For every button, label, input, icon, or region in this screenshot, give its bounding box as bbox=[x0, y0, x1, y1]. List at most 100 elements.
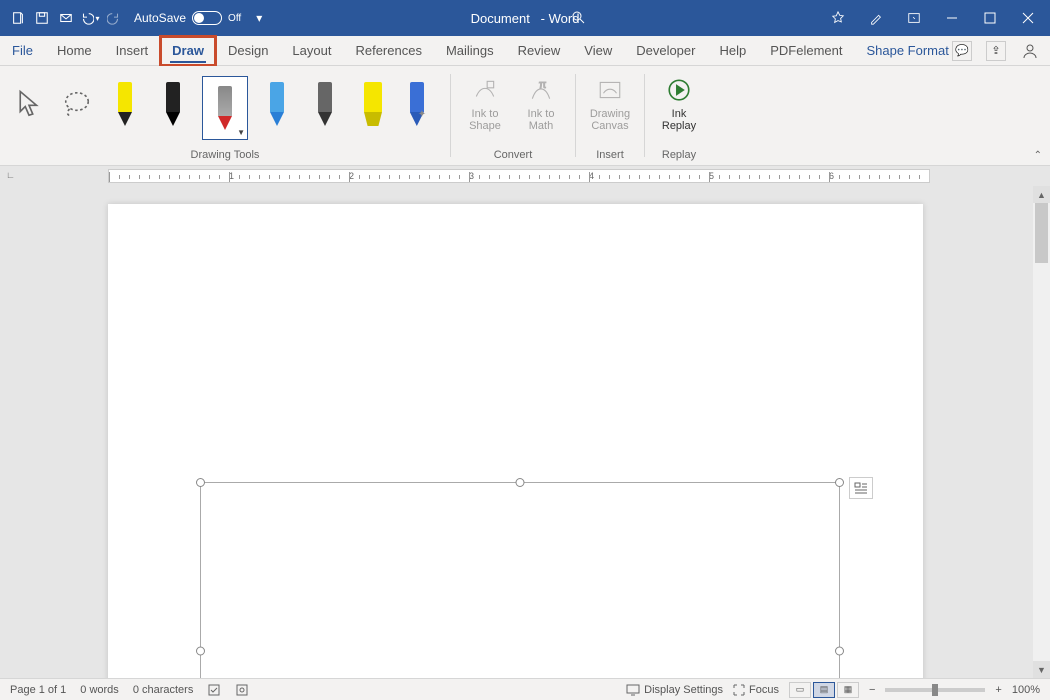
pen-blue[interactable] bbox=[258, 76, 296, 132]
tab-insert[interactable]: Insert bbox=[104, 36, 161, 66]
drawing-canvas-button: DrawingCanvas bbox=[582, 70, 638, 132]
quick-access-toolbar: ▾ bbox=[0, 8, 124, 28]
tab-pdfelement[interactable]: PDFelement bbox=[758, 36, 854, 66]
pen-gray[interactable] bbox=[306, 76, 344, 132]
document-title: Document - Word bbox=[471, 11, 580, 26]
qat-new-icon[interactable] bbox=[8, 8, 28, 28]
ink-to-math-button: π Ink toMath bbox=[513, 70, 569, 132]
group-label-drawing-tools: Drawing Tools bbox=[191, 149, 260, 163]
scroll-thumb[interactable] bbox=[1035, 203, 1048, 263]
lasso-tool[interactable] bbox=[58, 76, 96, 132]
tab-view[interactable]: View bbox=[572, 36, 624, 66]
group-label-replay: Replay bbox=[662, 149, 696, 163]
document-area bbox=[0, 186, 1050, 678]
resize-handle[interactable] bbox=[835, 647, 844, 656]
ink-replay-icon bbox=[663, 74, 695, 106]
autosave-toggle[interactable]: AutoSave Off bbox=[134, 11, 241, 25]
group-drawing-tools: ▼ ✦ Drawing Tools bbox=[0, 66, 450, 165]
zoom-slider[interactable] bbox=[885, 688, 985, 692]
group-label-convert: Convert bbox=[494, 149, 533, 163]
svg-text:π: π bbox=[539, 79, 546, 91]
close-button[interactable] bbox=[1014, 8, 1042, 28]
tab-review[interactable]: Review bbox=[506, 36, 573, 66]
vertical-scrollbar[interactable]: ▲ ▼ bbox=[1033, 186, 1050, 678]
drawing-canvas-icon bbox=[594, 74, 626, 106]
resize-handle[interactable] bbox=[196, 647, 205, 656]
zoom-in-icon[interactable]: + bbox=[995, 684, 1001, 696]
status-words[interactable]: 0 words bbox=[80, 684, 119, 696]
status-bar: Page 1 of 1 0 words 0 characters Display… bbox=[0, 678, 1050, 700]
layout-options-icon[interactable] bbox=[849, 477, 873, 499]
status-page[interactable]: Page 1 of 1 bbox=[10, 684, 66, 696]
qat-mail-icon[interactable] bbox=[56, 8, 76, 28]
resize-handle[interactable] bbox=[196, 478, 205, 487]
premium-icon[interactable] bbox=[824, 8, 852, 28]
minimize-button[interactable] bbox=[938, 8, 966, 28]
ruler: ∟ 1234567 bbox=[0, 166, 1050, 186]
zoom-out-icon[interactable]: − bbox=[869, 684, 875, 696]
pen-red-selected[interactable]: ▼ bbox=[202, 76, 248, 140]
tab-help[interactable]: Help bbox=[707, 36, 758, 66]
display-settings-button[interactable]: Display Settings bbox=[626, 684, 723, 696]
resize-handle[interactable] bbox=[835, 478, 844, 487]
print-layout-icon[interactable]: ▤ bbox=[813, 682, 835, 698]
save-icon[interactable] bbox=[32, 8, 52, 28]
chevron-down-icon[interactable]: ▼ bbox=[237, 128, 245, 137]
ink-replay-button[interactable]: InkReplay bbox=[651, 70, 707, 132]
pen-black[interactable] bbox=[106, 76, 144, 132]
focus-button[interactable]: Focus bbox=[733, 684, 779, 696]
group-convert: Ink toShape π Ink toMath Convert bbox=[451, 66, 575, 165]
maximize-button[interactable] bbox=[976, 8, 1004, 28]
title-bar: ▾ AutoSave Off ▾ Document - Word bbox=[0, 0, 1050, 36]
tab-design[interactable]: Design bbox=[216, 36, 280, 66]
toggle-off-icon[interactable] bbox=[192, 11, 222, 25]
select-tool[interactable] bbox=[10, 76, 48, 132]
redo-icon[interactable] bbox=[104, 8, 124, 28]
tab-draw[interactable]: Draw bbox=[160, 36, 216, 66]
tab-file[interactable]: File bbox=[0, 36, 45, 66]
read-mode-icon[interactable]: ▭ bbox=[789, 682, 811, 698]
resize-handle[interactable] bbox=[516, 478, 525, 487]
tab-developer[interactable]: Developer bbox=[624, 36, 707, 66]
title-right-controls bbox=[824, 8, 1042, 28]
account-icon[interactable] bbox=[1020, 41, 1040, 61]
tab-layout[interactable]: Layout bbox=[280, 36, 343, 66]
view-mode-buttons: ▭ ▤ ▦ bbox=[789, 682, 859, 698]
qat-dropdown-icon[interactable]: ▾ bbox=[249, 8, 269, 28]
tab-mailings[interactable]: Mailings bbox=[434, 36, 506, 66]
group-insert: DrawingCanvas Insert bbox=[576, 66, 644, 165]
horizontal-ruler[interactable]: 1234567 bbox=[108, 169, 930, 183]
macro-icon[interactable] bbox=[235, 683, 249, 697]
ink-to-math-icon: π bbox=[525, 74, 557, 106]
ink-to-shape-button: Ink toShape bbox=[457, 70, 513, 132]
drawing-canvas-shape[interactable] bbox=[200, 482, 840, 678]
status-chars[interactable]: 0 characters bbox=[133, 684, 194, 696]
tab-home[interactable]: Home bbox=[45, 36, 104, 66]
zoom-knob[interactable] bbox=[932, 684, 938, 696]
scroll-up-icon[interactable]: ▲ bbox=[1033, 186, 1050, 203]
group-replay: InkReplay Replay bbox=[645, 66, 713, 165]
autosave-state: Off bbox=[228, 13, 241, 24]
pen-mode-icon[interactable] bbox=[862, 8, 890, 28]
ribbon: ▼ ✦ Drawing Tools Ink toShape bbox=[0, 66, 1050, 166]
share-icon[interactable]: ⇪ bbox=[986, 41, 1006, 61]
highlighter-yellow[interactable] bbox=[354, 76, 392, 132]
tab-stop-icon[interactable]: ∟ bbox=[6, 170, 15, 180]
ink-to-shape-icon bbox=[469, 74, 501, 106]
collapse-ribbon-icon[interactable]: ⌃ bbox=[1034, 150, 1042, 161]
web-layout-icon[interactable]: ▦ bbox=[837, 682, 859, 698]
search-icon[interactable] bbox=[570, 9, 590, 28]
group-label-insert: Insert bbox=[596, 149, 624, 163]
scroll-down-icon[interactable]: ▼ bbox=[1033, 661, 1050, 678]
tab-references[interactable]: References bbox=[343, 36, 433, 66]
comments-icon[interactable]: 💬 bbox=[952, 41, 972, 61]
pen-dark[interactable] bbox=[154, 76, 192, 132]
zoom-value[interactable]: 100% bbox=[1012, 684, 1040, 696]
spellcheck-icon[interactable] bbox=[207, 683, 221, 697]
ribbon-display-icon[interactable] bbox=[900, 8, 928, 28]
undo-icon[interactable]: ▾ bbox=[80, 8, 100, 28]
ribbon-tabs: File Home Insert Draw Design Layout Refe… bbox=[0, 36, 1050, 66]
autosave-label: AutoSave bbox=[134, 11, 186, 25]
pen-effects[interactable]: ✦ bbox=[402, 76, 440, 132]
tab-shape-format[interactable]: Shape Format bbox=[854, 36, 960, 66]
